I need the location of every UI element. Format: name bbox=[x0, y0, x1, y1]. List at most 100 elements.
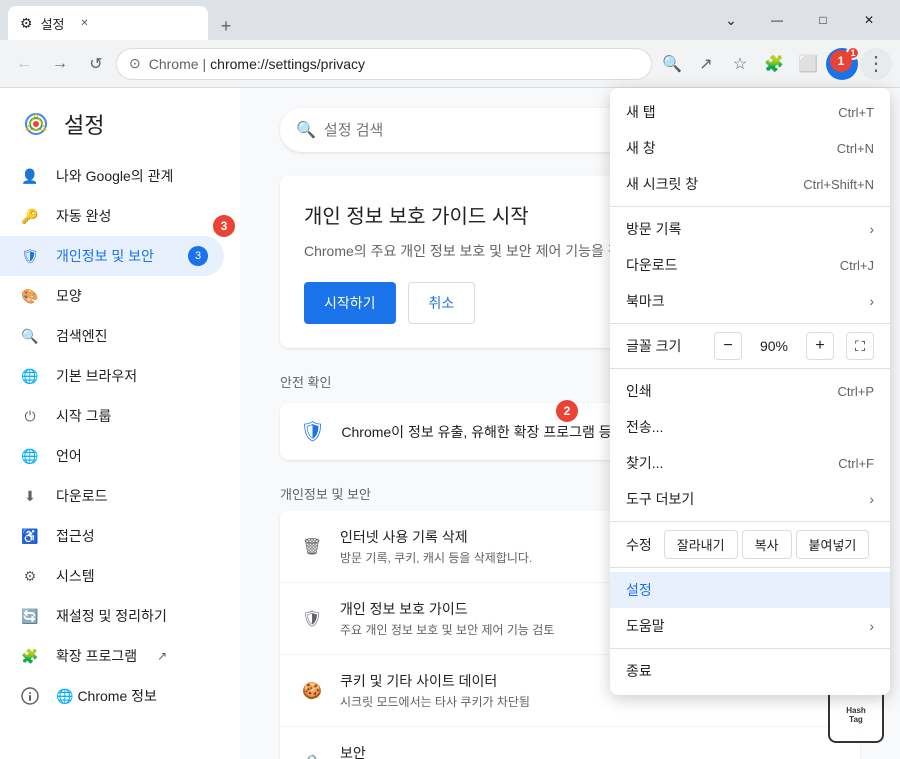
list-item-security[interactable]: 🔒 보안 세이프 브라우징(위험한 사이트로부터 보호) 및 기타 보안 설정 … bbox=[280, 727, 860, 759]
address-separator: | bbox=[203, 56, 207, 72]
security-arrow: › bbox=[835, 754, 840, 759]
menu-divider-1 bbox=[610, 206, 890, 207]
cancel-guide-button[interactable]: 취소 bbox=[408, 282, 476, 324]
autofill-nav-icon: 🔑 bbox=[20, 206, 40, 226]
watermark-line1: Hash bbox=[846, 706, 866, 715]
menu-item-downloads[interactable]: 다운로드 Ctrl+J bbox=[610, 247, 890, 283]
navigation-bar: ← → ↺ ⊙ Chrome | chrome://settings/priva… bbox=[0, 40, 900, 88]
print-label: 인쇄 bbox=[626, 381, 652, 401]
sidebar-item-extensions[interactable]: 🧩 확장 프로그램 ↗ bbox=[0, 636, 224, 676]
cut-button[interactable]: 잘라내기 bbox=[664, 530, 738, 559]
menu-item-new-window[interactable]: 새 창 Ctrl+N bbox=[610, 130, 890, 166]
start-guide-button[interactable]: 시작하기 bbox=[304, 282, 396, 324]
sidebar-item-label-system: 시스템 bbox=[56, 566, 95, 586]
tab-title: 설정 bbox=[41, 14, 65, 33]
sidebar-item-label-accessibility: 접근성 bbox=[56, 526, 95, 546]
menu-item-new-tab[interactable]: 새 탭 Ctrl+T bbox=[610, 94, 890, 130]
system-nav-icon: ⚙ bbox=[20, 566, 40, 586]
sidebar-item-languages[interactable]: 🌐 언어 bbox=[0, 436, 224, 476]
delete-history-icon: 🗑 bbox=[300, 535, 324, 559]
about-nav-icon bbox=[20, 686, 40, 706]
downloads-label: 다운로드 bbox=[626, 255, 678, 275]
startup-nav-icon: ⏻ bbox=[20, 406, 40, 426]
sidebar-item-label-startup: 시작 그룹 bbox=[56, 406, 111, 426]
exit-label: 종료 bbox=[626, 661, 652, 681]
bookmarks-label: 북마크 bbox=[626, 291, 665, 311]
zoom-controls: − 90% + ⛶ bbox=[714, 332, 874, 360]
sidebar-item-about[interactable]: 🌐 Chrome 정보 bbox=[0, 676, 224, 716]
new-window-shortcut: Ctrl+N bbox=[837, 141, 874, 156]
menu-item-help[interactable]: 도움말 › bbox=[610, 608, 890, 644]
sidebar-item-accessibility[interactable]: ♿ 접근성 bbox=[0, 516, 224, 556]
sidebar-item-label-search: 검색엔진 bbox=[56, 326, 108, 346]
sidebar-item-startup[interactable]: ⏻ 시작 그룹 bbox=[0, 396, 224, 436]
title-bar: ⚙ 설정 ✕ + ⌄ — □ ✕ bbox=[0, 0, 900, 40]
search-button[interactable]: 🔍 bbox=[656, 48, 688, 80]
extensions-button[interactable]: 🧩 bbox=[758, 48, 790, 80]
menu-item-bookmarks[interactable]: 북마크 › bbox=[610, 283, 890, 319]
address-content: Chrome | chrome://settings/privacy bbox=[149, 56, 639, 72]
zoom-minus-button[interactable]: − bbox=[714, 332, 742, 360]
menu-item-more-tools[interactable]: 도구 더보기 › bbox=[610, 481, 890, 517]
menu-item-find[interactable]: 찾기... Ctrl+F bbox=[610, 445, 890, 481]
menu-item-cast[interactable]: 전송... bbox=[610, 409, 890, 445]
more-menu-button[interactable]: ⋮ bbox=[860, 48, 892, 80]
sidebar-item-system[interactable]: ⚙ 시스템 bbox=[0, 556, 224, 596]
menu-divider-3 bbox=[610, 368, 890, 369]
sidebar-item-autofill[interactable]: 🔑 자동 완성 bbox=[0, 196, 224, 236]
help-arrow: › bbox=[869, 618, 874, 634]
new-tab-button[interactable]: + bbox=[212, 12, 240, 40]
window-minimize-button[interactable]: ⌄ bbox=[708, 4, 754, 36]
history-label: 방문 기록 bbox=[626, 219, 681, 239]
menu-item-settings[interactable]: 설정 bbox=[610, 572, 890, 608]
forward-button[interactable]: → bbox=[44, 48, 76, 80]
sidebar-item-default-browser[interactable]: 🌐 기본 브라우저 bbox=[0, 356, 224, 396]
external-link-icon: ↗ bbox=[157, 649, 167, 663]
zoom-plus-button[interactable]: + bbox=[806, 332, 834, 360]
settings-logo: 설정 bbox=[0, 96, 240, 156]
paste-button[interactable]: 붙여넣기 bbox=[796, 530, 870, 559]
address-site: Chrome bbox=[149, 56, 199, 72]
tab-close-button[interactable]: ✕ bbox=[76, 15, 92, 31]
accessibility-nav-icon: ♿ bbox=[20, 526, 40, 546]
appearance-nav-icon: 🎨 bbox=[20, 286, 40, 306]
menu-item-incognito[interactable]: 새 시크릿 창 Ctrl+Shift+N bbox=[610, 166, 890, 202]
sidebar-item-privacy[interactable]: 🛡 개인정보 및 보안 3 bbox=[0, 236, 224, 276]
reload-button[interactable]: ↺ bbox=[80, 48, 112, 80]
menu-item-history[interactable]: 방문 기록 › bbox=[610, 211, 890, 247]
copy-button[interactable]: 복사 bbox=[742, 530, 792, 559]
chrome-logo-icon bbox=[20, 108, 52, 140]
find-label: 찾기... bbox=[626, 453, 663, 473]
cast-label: 전송... bbox=[626, 417, 663, 437]
zoom-expand-button[interactable]: ⛶ bbox=[846, 332, 874, 360]
cookies-icon: 🍪 bbox=[300, 679, 324, 703]
sidebar-item-label-extensions: 확장 프로그램 bbox=[56, 646, 137, 666]
address-bar[interactable]: ⊙ Chrome | chrome://settings/privacy bbox=[116, 48, 652, 80]
menu-item-print[interactable]: 인쇄 Ctrl+P bbox=[610, 373, 890, 409]
sidebar-item-reset[interactable]: 🔄 재설정 및 정리하기 bbox=[0, 596, 224, 636]
reset-nav-icon: 🔄 bbox=[20, 606, 40, 626]
window-close-button[interactable]: ✕ bbox=[846, 4, 892, 36]
find-shortcut: Ctrl+F bbox=[838, 456, 874, 471]
sidebar-item-downloads[interactable]: ⬇ 다운로드 bbox=[0, 476, 224, 516]
sidebar-item-label-appearance: 모양 bbox=[56, 286, 82, 306]
incognito-label: 새 시크릿 창 bbox=[626, 174, 698, 194]
active-tab[interactable]: ⚙ 설정 ✕ bbox=[8, 6, 208, 40]
split-button[interactable]: ⬜ bbox=[792, 48, 824, 80]
sidebar-item-label-reset: 재설정 및 정리하기 bbox=[56, 606, 167, 626]
window-minimize-button2[interactable]: — bbox=[754, 4, 800, 36]
back-button[interactable]: ← bbox=[8, 48, 40, 80]
share-button[interactable]: ↗ bbox=[690, 48, 722, 80]
window-maximize-button[interactable]: □ bbox=[800, 4, 846, 36]
watermark: Hash Tag bbox=[828, 687, 884, 743]
sidebar-item-appearance[interactable]: 🎨 모양 bbox=[0, 276, 224, 316]
sidebar-item-profile[interactable]: 👤 나와 Google의 관계 bbox=[0, 156, 224, 196]
sidebar-item-search[interactable]: 🔍 검색엔진 bbox=[0, 316, 224, 356]
tutorial-badge-3: 3 bbox=[213, 215, 235, 237]
print-shortcut: Ctrl+P bbox=[838, 384, 874, 399]
tab-favicon: ⚙ bbox=[20, 15, 33, 32]
downloads-nav-icon: ⬇ bbox=[20, 486, 40, 506]
menu-item-exit[interactable]: 종료 bbox=[610, 653, 890, 689]
privacy-guide-icon: 🛡 bbox=[300, 607, 324, 631]
bookmark-button[interactable]: ☆ bbox=[724, 48, 756, 80]
